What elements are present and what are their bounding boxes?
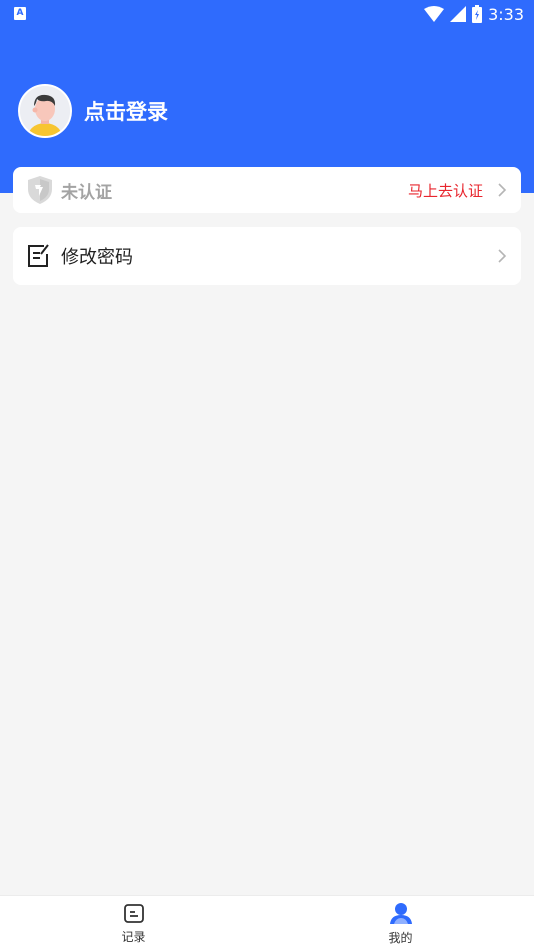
avatar-person-icon [20,86,70,136]
status-time: 3:33 [488,4,524,24]
notification-a-icon: A [14,7,26,20]
tab-mine[interactable]: 我的 [267,896,534,950]
change-password-row[interactable]: 修改密码 [13,227,521,285]
certification-status: 未认证 [61,182,112,203]
tab-records[interactable]: 记录 [0,896,267,950]
change-password-label: 修改密码 [61,247,133,268]
tab-mine-label: 我的 [388,930,413,945]
certify-now-link[interactable]: 马上去认证 [408,180,483,201]
tab-records-label: 记录 [121,929,146,944]
signal-icon [450,6,467,22]
battery-icon [472,5,483,23]
edit-doc-icon [28,244,49,267]
shield-v-icon [28,176,52,204]
login-prompt[interactable]: 点击登录 [84,96,168,126]
bottom-tab-bar: 记录 我的 [0,895,534,950]
user-icon [389,902,412,924]
status-bar: A 3:33 [0,0,534,28]
wifi-icon [424,6,445,22]
status-icons: 3:33 [424,4,524,24]
certification-row[interactable]: 未认证 马上去认证 [13,167,521,213]
chevron-right-icon [498,183,507,197]
chevron-right-icon [498,249,507,263]
avatar[interactable] [18,84,72,138]
login-profile[interactable]: 点击登录 [18,84,168,138]
header-banner: A 3:33 点击登录 [0,0,534,193]
record-icon [123,903,144,923]
